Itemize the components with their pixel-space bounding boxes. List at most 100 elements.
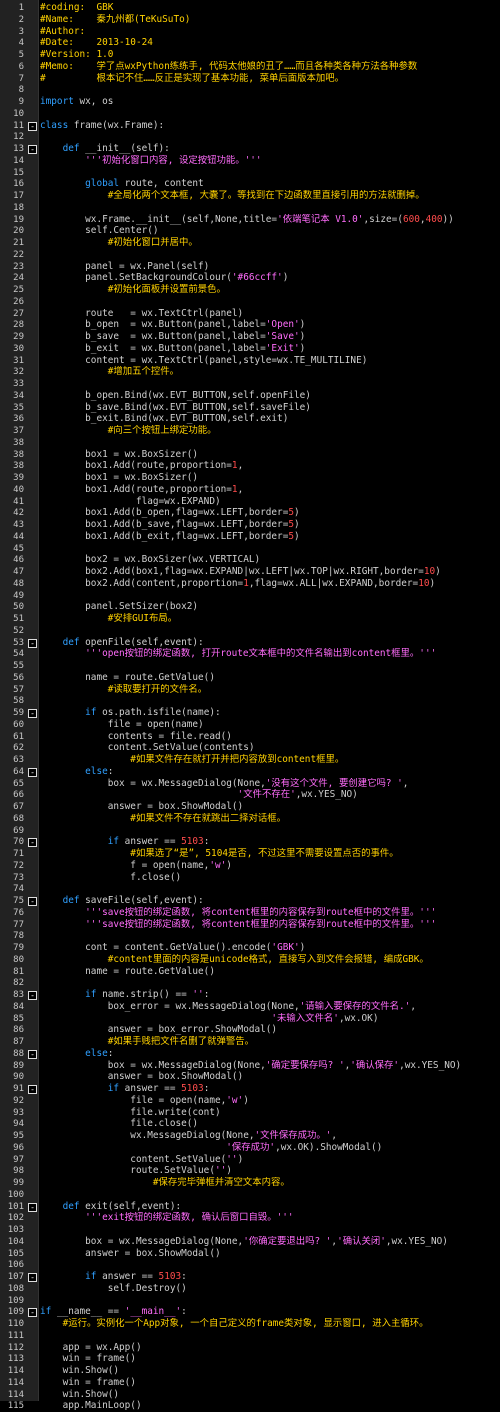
fold-toggle-icon[interactable]: - bbox=[28, 709, 37, 718]
code-line[interactable]: 53- def openFile(self,event): bbox=[0, 637, 500, 649]
code-line[interactable]: 34 b_open.Bind(wx.EVT_BUTTON,self.openFi… bbox=[0, 390, 500, 402]
fold-toggle-icon[interactable]: - bbox=[28, 1273, 37, 1282]
code-line[interactable]: 93 file.write(cont) bbox=[0, 1107, 500, 1119]
code-line[interactable]: 104 box = wx.MessageDialog(None,'你确定要退出吗… bbox=[0, 1236, 500, 1248]
code-line[interactable]: 58 bbox=[0, 695, 500, 707]
fold-toggle-icon[interactable]: - bbox=[28, 897, 37, 906]
code-line[interactable]: 59- if os.path.isfile(name): bbox=[0, 707, 500, 719]
code-line[interactable]: 10 bbox=[0, 108, 500, 120]
code-line[interactable]: 115 app.MainLoop() bbox=[0, 1400, 500, 1412]
code-line[interactable]: 26 bbox=[0, 296, 500, 308]
code-line[interactable]: 57 #读取要打开的文件名。 bbox=[0, 684, 500, 696]
code-line[interactable]: 113 win = frame() bbox=[0, 1353, 500, 1365]
code-line[interactable]: 96 '保存成功',wx.OK).ShowModal() bbox=[0, 1142, 500, 1154]
fold-toggle-icon[interactable]: - bbox=[28, 145, 37, 154]
code-line[interactable]: 5 #Version: 1.0 bbox=[0, 49, 500, 61]
fold-toggle-icon[interactable]: - bbox=[28, 1308, 37, 1318]
code-line[interactable]: 86 answer = box_error.ShowModal() bbox=[0, 1024, 500, 1036]
code-line[interactable]: 29 b_save = wx.Button(panel,label='Save'… bbox=[0, 331, 500, 343]
fold-toggle-icon[interactable]: - bbox=[28, 1085, 37, 1094]
code-line[interactable]: 2 #Name: 秦九州都(TeKuSuTo) bbox=[0, 14, 500, 26]
code-line[interactable]: 12 bbox=[0, 131, 500, 143]
code-line[interactable]: 73 f.close() bbox=[0, 872, 500, 884]
code-line[interactable]: 108 self.Destroy() bbox=[0, 1283, 500, 1295]
code-line[interactable]: 66 '文件不存在',wx.YES_NO) bbox=[0, 789, 500, 801]
code-line[interactable]: 8 bbox=[0, 84, 500, 96]
code-line[interactable]: 69 bbox=[0, 825, 500, 837]
code-line[interactable]: 3 #Author: bbox=[0, 26, 500, 38]
code-line[interactable]: 91- if answer == 5103: bbox=[0, 1083, 500, 1095]
code-line[interactable]: 30 b_exit = wx.Button(panel,label='Exit'… bbox=[0, 343, 500, 355]
code-line[interactable]: 17 #全局化两个文本框, 大囊了。等找到在下边函数里直接引用的方法就删掉。 bbox=[0, 190, 500, 202]
code-line[interactable]: 35 b_save.Bind(wx.EVT_BUTTON,self.saveFi… bbox=[0, 402, 500, 414]
code-line[interactable]: 16 global route, content bbox=[0, 178, 500, 190]
code-line[interactable]: 89 box = wx.MessageDialog(None,'确定要保存吗? … bbox=[0, 1060, 500, 1072]
code-line[interactable]: 74 bbox=[0, 883, 500, 895]
code-line[interactable]: 99 #保存完毕弹框并清空文本内容。 bbox=[0, 1177, 500, 1189]
code-line[interactable]: 31 content = wx.TextCtrl(panel,style=wx.… bbox=[0, 355, 500, 367]
code-line[interactable]: 105 answer = box.ShowModal() bbox=[0, 1248, 500, 1260]
code-line[interactable]: 47 box2.Add(box1,flag=wx.EXPAND|wx.LEFT|… bbox=[0, 566, 500, 578]
code-line[interactable]: 67 answer = box.ShowModal() bbox=[0, 801, 500, 813]
code-line[interactable]: 43 box1.Add(b_save,flag=wx.LEFT,border=5… bbox=[0, 519, 500, 531]
code-line[interactable]: 109- if __name__ == '__main__': bbox=[0, 1306, 500, 1318]
fold-toggle-icon[interactable]: - bbox=[28, 767, 37, 777]
code-line[interactable]: 21 #初始化窗口并居中。 bbox=[0, 237, 500, 249]
code-line[interactable]: 7 # 根本记不住……反正是实现了基本功能, 菜单后面版本加吧。 bbox=[0, 73, 500, 85]
code-line[interactable]: 25 #初始化面板并设置前景色。 bbox=[0, 284, 500, 296]
code-line[interactable]: 94 file.close() bbox=[0, 1118, 500, 1130]
code-line[interactable]: 22 bbox=[0, 249, 500, 261]
code-line[interactable]: 55 bbox=[0, 660, 500, 672]
code-line[interactable]: 37 #向三个按钮上绑定功能。 bbox=[0, 425, 500, 437]
code-line[interactable]: 114 win = frame() bbox=[0, 1377, 500, 1389]
code-line[interactable]: 87 #如果手贱把文件名删了就弹警告。 bbox=[0, 1036, 500, 1048]
fold-toggle-icon[interactable]: - bbox=[28, 1049, 37, 1059]
code-line[interactable]: 56 name = route.GetValue() bbox=[0, 672, 500, 684]
fold-toggle-icon[interactable]: - bbox=[28, 638, 37, 648]
code-line[interactable]: 62 content.SetValue(contents) bbox=[0, 742, 500, 754]
fold-toggle-icon[interactable]: - bbox=[28, 838, 37, 848]
code-line[interactable]: 1 #coding: GBK bbox=[0, 2, 500, 14]
code-line[interactable]: 49 bbox=[0, 590, 500, 602]
code-line[interactable]: 90 answer = box.ShowModal() bbox=[0, 1071, 500, 1083]
code-line[interactable]: 38 bbox=[0, 437, 500, 449]
code-line[interactable]: 77 '''save按钮的绑定函数, 将content框里的内容保存到route… bbox=[0, 919, 500, 931]
code-line[interactable]: 45 bbox=[0, 543, 500, 555]
code-line[interactable]: 84 box_error = wx.MessageDialog(None,'请输… bbox=[0, 1001, 500, 1013]
code-line[interactable]: 68 #如果文件不存在就跳出二择对话框。 bbox=[0, 813, 500, 825]
code-editor[interactable]: 1 #coding: GBK 2 #Name: 秦九州都(TeKuSuTo) 3 #Aut… bbox=[0, 0, 500, 1411]
code-line[interactable]: 51 #安排GUI布局。 bbox=[0, 613, 500, 625]
fold-toggle-icon[interactable]: - bbox=[28, 121, 37, 131]
code-line[interactable]: 64- else: bbox=[0, 766, 500, 778]
code-line[interactable]: 71 #如果选了“是”, 5104是否, 不过这里不需要设置点否的事件。 bbox=[0, 848, 500, 860]
code-line[interactable]: 52 bbox=[0, 625, 500, 637]
code-line[interactable]: 48 box2.Add(content,proportion=1,flag=wx… bbox=[0, 578, 500, 590]
code-line[interactable]: 42 box1.Add(b_open,flag=wx.LEFT,border=5… bbox=[0, 507, 500, 519]
code-line[interactable]: 9 import wx, os bbox=[0, 96, 500, 108]
code-line[interactable]: 82 bbox=[0, 977, 500, 989]
code-line[interactable]: 14 '''初始化窗口内容, 设定按钮功能。''' bbox=[0, 155, 500, 167]
code-line[interactable]: 114 win.Show() bbox=[0, 1389, 500, 1401]
code-line[interactable]: 75- def saveFile(self,event): bbox=[0, 895, 500, 907]
code-line[interactable]: 54 '''open按钮的绑定函数, 打开route文本框中的文件名输出到con… bbox=[0, 648, 500, 660]
code-line[interactable]: 6 #Memo: 学了点wxPython练练手, 代码太他娘的丑了……而且各种类各… bbox=[0, 61, 500, 73]
code-line[interactable]: 106 bbox=[0, 1259, 500, 1271]
code-line[interactable]: 39 box1 = wx.BoxSizer() bbox=[0, 472, 500, 484]
code-line[interactable]: 76 '''save按钮的绑定函数, 将content框里的内容保存到route… bbox=[0, 907, 500, 919]
code-line[interactable]: 32 #增加五个控件。 bbox=[0, 366, 500, 378]
code-line[interactable]: 65 box = wx.MessageDialog(None,'没有这个文件, … bbox=[0, 778, 500, 790]
fold-toggle-icon[interactable]: - bbox=[28, 991, 37, 1000]
code-line[interactable]: 50 panel.SetSizer(box2) bbox=[0, 601, 500, 613]
code-line[interactable]: 85 '未输入文件名',wx.OK) bbox=[0, 1013, 500, 1025]
code-line[interactable]: 81 name = route.GetValue() bbox=[0, 966, 500, 978]
code-line[interactable]: 70- if answer == 5103: bbox=[0, 836, 500, 848]
code-line[interactable]: 109 bbox=[0, 1295, 500, 1307]
code-line[interactable]: 102 '''exit按钮的绑定函数, 确认后窗口自毁。''' bbox=[0, 1212, 500, 1224]
code-line[interactable]: 36 b_exit.Bind(wx.EVT_BUTTON,self.exit) bbox=[0, 413, 500, 425]
code-line[interactable]: 114 win.Show() bbox=[0, 1365, 500, 1377]
code-line[interactable]: 41 flag=wx.EXPAND) bbox=[0, 496, 500, 508]
code-line[interactable]: 112 app = wx.App() bbox=[0, 1342, 500, 1354]
code-line[interactable]: 78 bbox=[0, 930, 500, 942]
code-line[interactable]: 92 file = open(name,'w') bbox=[0, 1095, 500, 1107]
code-line[interactable]: 83- if name.strip() == '': bbox=[0, 989, 500, 1001]
